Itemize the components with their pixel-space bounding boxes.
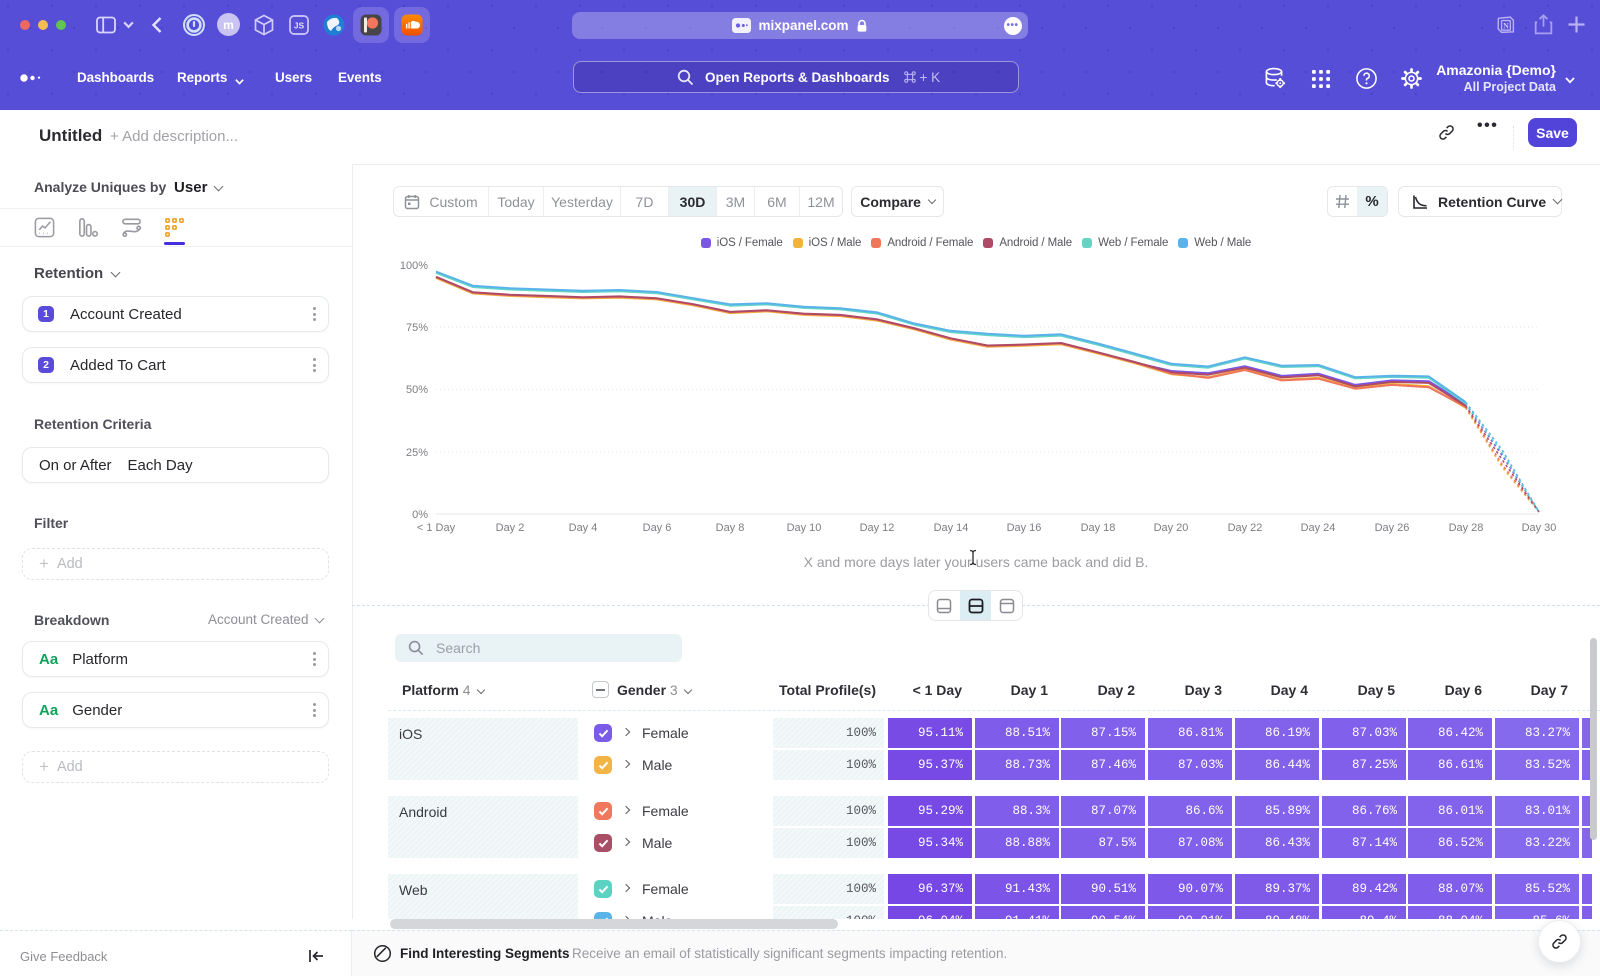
svg-text:Day 28: Day 28 (1449, 522, 1484, 534)
svg-text:Day 14: Day 14 (934, 522, 969, 534)
svg-text:Day 10: Day 10 (787, 522, 822, 534)
svg-text:Day 22: Day 22 (1228, 522, 1263, 534)
svg-text:Day 16: Day 16 (1007, 522, 1042, 534)
svg-text:Day 6: Day 6 (643, 522, 672, 534)
svg-text:Day 30: Day 30 (1522, 522, 1557, 534)
svg-text:100%: 100% (400, 260, 428, 272)
svg-text:Day 12: Day 12 (860, 522, 895, 534)
svg-text:0%: 0% (412, 509, 428, 521)
svg-text:Day 24: Day 24 (1301, 522, 1336, 534)
svg-text:Day 2: Day 2 (496, 522, 525, 534)
svg-text:Day 20: Day 20 (1154, 522, 1189, 534)
svg-text:25%: 25% (406, 447, 428, 459)
svg-text:50%: 50% (406, 384, 428, 396)
svg-text:Day 8: Day 8 (716, 522, 745, 534)
svg-text:75%: 75% (406, 322, 428, 334)
svg-text:Day 4: Day 4 (569, 522, 598, 534)
svg-text:N: N (1503, 21, 1509, 30)
svg-text:< 1 Day: < 1 Day (417, 522, 456, 534)
svg-text:Day 18: Day 18 (1081, 522, 1116, 534)
svg-text:Day 26: Day 26 (1375, 522, 1410, 534)
svg-text:JS: JS (294, 21, 305, 31)
